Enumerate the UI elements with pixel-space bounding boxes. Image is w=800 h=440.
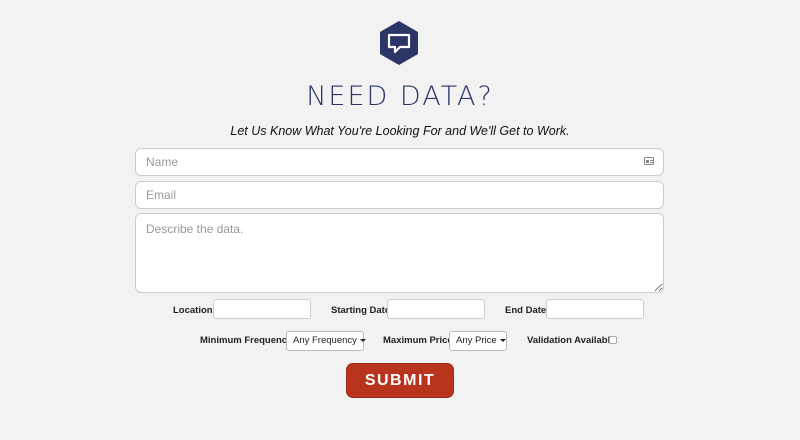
- starting-date-input[interactable]: [387, 299, 485, 319]
- submit-button[interactable]: SUBMIT: [346, 363, 454, 398]
- location-label: Location: [173, 305, 213, 316]
- end-date-input[interactable]: [546, 299, 644, 319]
- minimum-frequency-dropdown[interactable]: Any Frequency: [286, 331, 366, 351]
- end-date-label: End Date: [505, 305, 547, 316]
- email-field[interactable]: [135, 181, 664, 209]
- contact-card-icon: [644, 157, 654, 165]
- minimum-frequency-value: Any Frequency: [293, 335, 357, 346]
- validation-available-label: Validation Available: [527, 335, 616, 346]
- caret-down-icon: [499, 338, 506, 342]
- validation-available-checkbox[interactable]: [609, 336, 617, 344]
- caret-down-icon: [359, 338, 366, 342]
- starting-date-label: Starting Date: [331, 305, 391, 316]
- location-input[interactable]: [213, 299, 311, 319]
- page-subtitle: Let Us Know What You're Looking For and …: [230, 124, 570, 138]
- minimum-frequency-label: Minimum Frequency: [200, 335, 293, 346]
- page-title: NEED DATA?: [306, 81, 494, 112]
- chat-bubble-hexagon-icon: [380, 21, 418, 65]
- maximum-price-value: Any Price: [456, 335, 497, 346]
- description-field[interactable]: [135, 213, 664, 293]
- name-field[interactable]: [135, 148, 664, 176]
- maximum-price-dropdown[interactable]: Any Price: [449, 331, 507, 351]
- maximum-price-label: Maximum Price: [383, 335, 453, 346]
